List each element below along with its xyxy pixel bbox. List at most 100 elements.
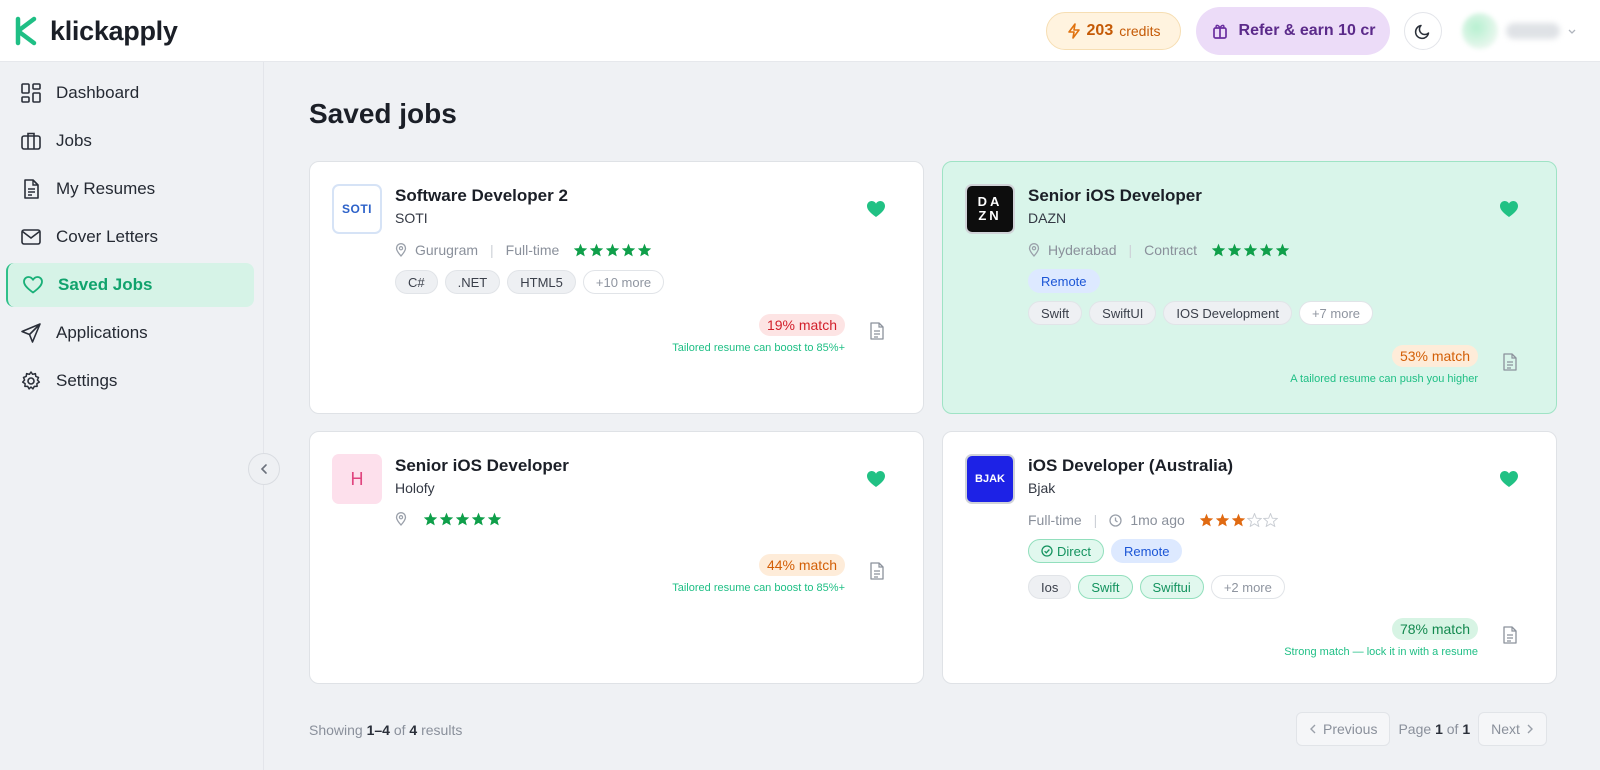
job-title[interactable]: Software Developer 2 [395, 186, 568, 206]
rating-stars [423, 512, 502, 526]
meta-separator: | [1093, 512, 1098, 528]
collapse-sidebar-button[interactable] [248, 453, 280, 485]
results-of: of [393, 722, 406, 738]
resume-document-icon[interactable] [1502, 353, 1518, 371]
job-title[interactable]: Senior iOS Developer [1028, 186, 1202, 206]
brand-logo[interactable]: klickapply [14, 15, 178, 47]
job-type: Full-time [1028, 512, 1082, 528]
previous-page-button[interactable]: Previous [1296, 712, 1391, 746]
location-pin-icon [1028, 243, 1040, 257]
avatar [1462, 13, 1498, 49]
next-page-button[interactable]: Next [1478, 712, 1547, 746]
star-empty-icon [1246, 513, 1262, 527]
user-name-blurred [1506, 23, 1560, 39]
total-pages: 1 [1462, 721, 1471, 737]
job-card[interactable]: DA ZN Senior iOS Developer DAZN Hyderaba… [942, 161, 1557, 414]
saved-heart-icon[interactable] [1499, 470, 1519, 488]
company-logo-text: BJAK [975, 473, 1005, 485]
company-logo: DA ZN [965, 184, 1015, 234]
job-card[interactable]: BJAK iOS Developer (Australia) Bjak Full… [942, 431, 1557, 684]
gear-icon [21, 371, 41, 390]
results-prefix: Showing [309, 722, 363, 738]
star-filled-icon [606, 243, 620, 257]
theme-toggle-button[interactable] [1404, 12, 1442, 50]
sidebar-item-cover-letters[interactable]: Cover Letters [6, 215, 254, 259]
skill-tags: C# .NET HTML5 +10 more [395, 270, 665, 294]
skill-tags: Swift SwiftUI IOS Development +7 more [1028, 301, 1374, 325]
sidebar-item-label: Applications [56, 323, 148, 342]
page-indicator: Page 1 of 1 [1398, 721, 1470, 737]
star-filled-icon [471, 512, 486, 526]
star-filled-icon [1227, 243, 1242, 257]
match-score: 19% match Tailored resume can boost to 8… [672, 314, 845, 354]
top-bar: klickapply 203 credits Refer & earn 10 c… [0, 0, 1600, 62]
more-tags-chip[interactable]: +2 more [1210, 575, 1285, 599]
job-title[interactable]: Senior iOS Developer [395, 456, 569, 476]
match-hint: Tailored resume can boost to 85%+ [672, 342, 845, 354]
match-hint: Tailored resume can boost to 85%+ [672, 582, 845, 594]
user-menu[interactable] [1462, 13, 1580, 49]
next-label: Next [1491, 721, 1520, 737]
location-pin-icon [395, 512, 407, 526]
meta-separator: | [1128, 242, 1133, 258]
job-card[interactable]: SOTI Software Developer 2 SOTI Gurugram … [309, 161, 924, 414]
company-name: SOTI [395, 210, 428, 226]
refer-earn-button[interactable]: Refer & earn 10 cr [1196, 7, 1390, 55]
match-percentage: 53% match [1391, 345, 1478, 367]
match-percentage: 78% match [1391, 618, 1478, 640]
job-title[interactable]: iOS Developer (Australia) [1028, 456, 1233, 476]
page-title: Saved jobs [309, 98, 457, 129]
star-filled-icon [1275, 243, 1290, 257]
send-icon [21, 323, 41, 343]
rating-stars [1199, 513, 1278, 527]
star-filled-icon [1215, 513, 1229, 527]
previous-label: Previous [1323, 721, 1378, 737]
sidebar-item-jobs[interactable]: Jobs [6, 119, 254, 163]
company-logo-text: DA [977, 194, 1003, 209]
dashboard-icon [21, 83, 41, 103]
meta-separator: | [490, 242, 494, 258]
heart-icon [23, 276, 43, 294]
sidebar-item-applications[interactable]: Applications [6, 311, 254, 355]
saved-heart-icon[interactable] [1499, 200, 1519, 218]
resume-document-icon[interactable] [869, 322, 885, 340]
sidebar-item-saved-jobs[interactable]: Saved Jobs [6, 263, 254, 307]
rating-stars [1211, 243, 1290, 257]
document-icon [24, 179, 39, 199]
sidebar-item-my-resumes[interactable]: My Resumes [6, 167, 254, 211]
skill-tag: Swift [1028, 301, 1083, 325]
company-logo: H [332, 454, 382, 504]
credits-count: 203 [1086, 22, 1114, 39]
chevron-down-icon [1568, 29, 1576, 34]
company-name: Holofy [395, 480, 435, 496]
match-hint: A tailored resume can push you higher [1290, 373, 1478, 385]
sidebar-item-dashboard[interactable]: Dashboard [6, 71, 254, 115]
job-location: Gurugram [415, 242, 479, 258]
remote-badge: Remote [1028, 269, 1100, 293]
star-filled-icon [1211, 243, 1226, 257]
sidebar-item-settings[interactable]: Settings [6, 359, 254, 403]
saved-heart-icon[interactable] [866, 470, 886, 488]
credits-badge[interactable]: 203 credits [1046, 12, 1181, 50]
sidebar-item-label: Jobs [56, 131, 92, 150]
chevron-left-icon [260, 464, 267, 474]
company-name: Bjak [1028, 480, 1056, 496]
resume-document-icon[interactable] [1502, 626, 1518, 644]
star-filled-icon [455, 512, 470, 526]
star-filled-icon [487, 512, 502, 526]
sidebar-item-label: My Resumes [56, 179, 156, 198]
briefcase-icon [21, 132, 41, 150]
rating-stars [573, 243, 652, 257]
more-tags-chip[interactable]: +7 more [1298, 301, 1374, 325]
skill-tag: SwiftUI [1089, 301, 1157, 325]
mail-icon [21, 229, 41, 245]
job-card[interactable]: H Senior iOS Developer Holofy 44% match … [309, 431, 924, 684]
clock-icon [1109, 513, 1122, 527]
more-tags-chip[interactable]: +10 more [582, 270, 665, 294]
page-of: of [1446, 721, 1459, 737]
chevron-right-icon [1527, 724, 1533, 734]
gift-icon [1212, 24, 1227, 39]
saved-heart-icon[interactable] [866, 200, 886, 218]
company-logo: SOTI [332, 184, 382, 234]
resume-document-icon[interactable] [869, 562, 885, 580]
